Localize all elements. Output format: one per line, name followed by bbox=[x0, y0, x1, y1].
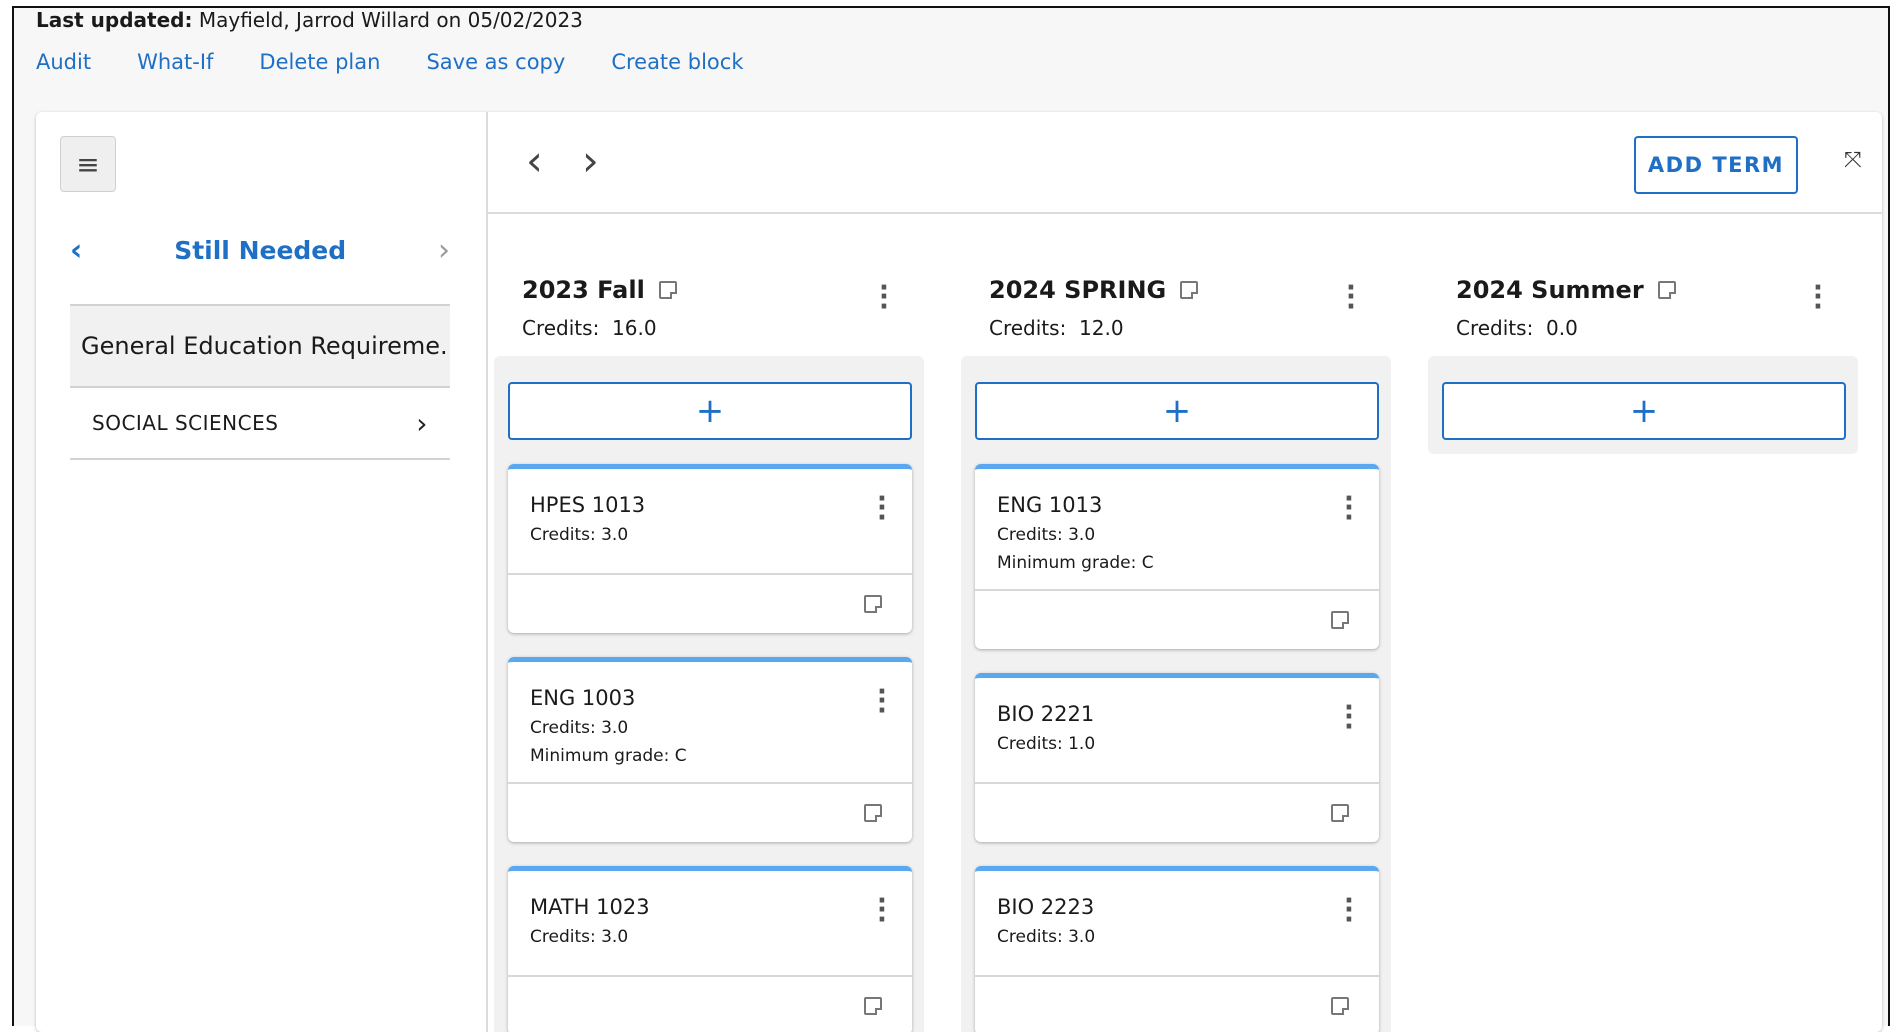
last-updated-label: Last updated: bbox=[36, 8, 193, 32]
term-header: 2024 Summer Credits: 0.0 · · · bbox=[1422, 252, 1858, 348]
course-card[interactable]: ENG 1013 Credits: 3.0 Minimum grade: C ·… bbox=[975, 464, 1379, 649]
term-column: 2024 SPRING Credits: 12.0 · · · + ENG 1013… bbox=[955, 252, 1391, 1032]
term-title: 2024 SPRING bbox=[989, 276, 1167, 304]
term-header: 2024 SPRING Credits: 12.0 · · · bbox=[955, 252, 1391, 348]
note-icon[interactable] bbox=[1180, 281, 1199, 299]
plus-icon: + bbox=[1629, 391, 1659, 431]
note-icon[interactable] bbox=[864, 804, 882, 822]
course-credits: Credits: 3.0 bbox=[997, 525, 1096, 545]
course-card[interactable]: BIO 2221 Credits: 1.0 · · · bbox=[975, 673, 1379, 842]
requirement-item-label: SOCIAL SCIENCES bbox=[92, 411, 279, 435]
note-icon[interactable] bbox=[864, 595, 882, 613]
more-options-icon[interactable]: · · · bbox=[872, 275, 896, 320]
note-icon[interactable] bbox=[1331, 804, 1349, 822]
term-column: 2024 Summer Credits: 0.0 · · · + bbox=[1422, 252, 1858, 454]
chevron-left-icon[interactable]: ‹ bbox=[70, 233, 82, 268]
add-course-button[interactable]: + bbox=[1442, 382, 1846, 440]
more-options-icon[interactable]: · · · bbox=[870, 486, 894, 531]
hamburger-icon: ≡ bbox=[76, 147, 100, 181]
term-header: 2023 Fall Credits: 16.0 · · · bbox=[488, 252, 924, 348]
more-options-icon[interactable]: · · · bbox=[1337, 695, 1361, 740]
course-min-grade: Minimum grade: C bbox=[997, 553, 1154, 573]
note-icon[interactable] bbox=[1331, 611, 1349, 629]
term-credits: Credits: 16.0 bbox=[522, 316, 657, 340]
terms-area: ‹ › ADD TERM ⤧ 2023 Fall Credits: 16.0 ·… bbox=[488, 112, 1882, 1032]
last-updated: Last updated: Mayfield, Jarrod Willard o… bbox=[36, 8, 583, 32]
course-code: ENG 1003 bbox=[530, 686, 636, 710]
more-options-icon[interactable]: · · · bbox=[870, 888, 894, 933]
course-credits: Credits: 3.0 bbox=[997, 927, 1096, 947]
note-icon[interactable] bbox=[864, 997, 882, 1015]
course-code: ENG 1013 bbox=[997, 493, 1103, 517]
chevron-right-icon: › bbox=[416, 406, 428, 440]
term-title: 2024 Summer bbox=[1456, 276, 1644, 304]
what-if-link[interactable]: What-If bbox=[137, 50, 213, 74]
expand-icon[interactable]: ⤧ bbox=[1844, 148, 1862, 173]
add-course-button[interactable]: + bbox=[508, 382, 912, 440]
plus-icon: + bbox=[1162, 391, 1192, 431]
course-credits: Credits: 1.0 bbox=[997, 734, 1096, 754]
create-block-link[interactable]: Create block bbox=[611, 50, 743, 74]
add-course-button[interactable]: + bbox=[975, 382, 1379, 440]
still-needed-header: ‹ Still Needed › bbox=[70, 230, 450, 270]
more-options-icon[interactable]: · · · bbox=[1337, 486, 1361, 531]
note-icon[interactable] bbox=[1657, 281, 1676, 299]
previous-terms-icon[interactable]: ‹ bbox=[526, 140, 543, 182]
course-card[interactable]: ENG 1003 Credits: 3.0 Minimum grade: C ·… bbox=[508, 657, 912, 842]
hamburger-menu-button[interactable]: ≡ bbox=[60, 136, 116, 192]
plus-icon: + bbox=[695, 391, 725, 431]
term-course-list: + HPES 1013 Credits: 3.0 · · · ENG 1003 Cr… bbox=[494, 356, 924, 1032]
more-options-icon[interactable]: · · · bbox=[870, 679, 894, 724]
requirement-item-social-sciences[interactable]: SOCIAL SCIENCES › bbox=[70, 388, 450, 460]
note-icon[interactable] bbox=[1331, 997, 1349, 1015]
save-as-copy-link[interactable]: Save as copy bbox=[426, 50, 565, 74]
next-terms-icon[interactable]: › bbox=[582, 140, 599, 182]
term-title: 2023 Fall bbox=[522, 276, 645, 304]
last-updated-value: Mayfield, Jarrod Willard on 05/02/2023 bbox=[198, 8, 583, 32]
more-options-icon[interactable]: · · · bbox=[1339, 275, 1363, 320]
course-card[interactable]: BIO 2223 Credits: 3.0 · · · bbox=[975, 866, 1379, 1032]
terms-toolbar: ‹ › ADD TERM ⤧ bbox=[488, 112, 1882, 214]
still-needed-title: Still Needed bbox=[174, 235, 347, 265]
requirement-group: General Education Requireme... bbox=[70, 304, 450, 388]
more-options-icon[interactable]: · · · bbox=[1806, 275, 1830, 320]
course-credits: Credits: 3.0 bbox=[530, 525, 629, 545]
course-card[interactable]: HPES 1013 Credits: 3.0 · · · bbox=[508, 464, 912, 633]
plan-frame: Last updated: Mayfield, Jarrod Willard o… bbox=[12, 6, 1890, 1032]
course-card[interactable]: MATH 1023 Credits: 3.0 · · · bbox=[508, 866, 912, 1032]
term-credits: Credits: 0.0 bbox=[1456, 316, 1578, 340]
term-credits: Credits: 12.0 bbox=[989, 316, 1124, 340]
delete-plan-link[interactable]: Delete plan bbox=[259, 50, 380, 74]
course-credits: Credits: 3.0 bbox=[530, 718, 629, 738]
course-code: BIO 2223 bbox=[997, 895, 1095, 919]
still-needed-sidebar: ≡ ‹ Still Needed › General Education Req… bbox=[36, 112, 488, 1032]
add-term-button[interactable]: ADD TERM bbox=[1634, 136, 1798, 194]
audit-link[interactable]: Audit bbox=[36, 50, 91, 74]
chevron-right-icon[interactable]: › bbox=[438, 233, 450, 268]
course-code: BIO 2221 bbox=[997, 702, 1095, 726]
course-code: MATH 1023 bbox=[530, 895, 650, 919]
plan-actions: Audit What-If Delete plan Save as copy C… bbox=[36, 50, 744, 74]
course-code: HPES 1013 bbox=[530, 493, 646, 517]
course-credits: Credits: 3.0 bbox=[530, 927, 629, 947]
note-icon[interactable] bbox=[658, 281, 677, 299]
course-min-grade: Minimum grade: C bbox=[530, 746, 687, 766]
term-course-list: + bbox=[1428, 356, 1858, 454]
planner-panel: ≡ ‹ Still Needed › General Education Req… bbox=[36, 112, 1882, 1032]
term-course-list: + ENG 1013 Credits: 3.0 Minimum grade: C… bbox=[961, 356, 1391, 1032]
more-options-icon[interactable]: · · · bbox=[1337, 888, 1361, 933]
term-column: 2023 Fall Credits: 16.0 · · · + HPES 1013 … bbox=[488, 252, 924, 1032]
